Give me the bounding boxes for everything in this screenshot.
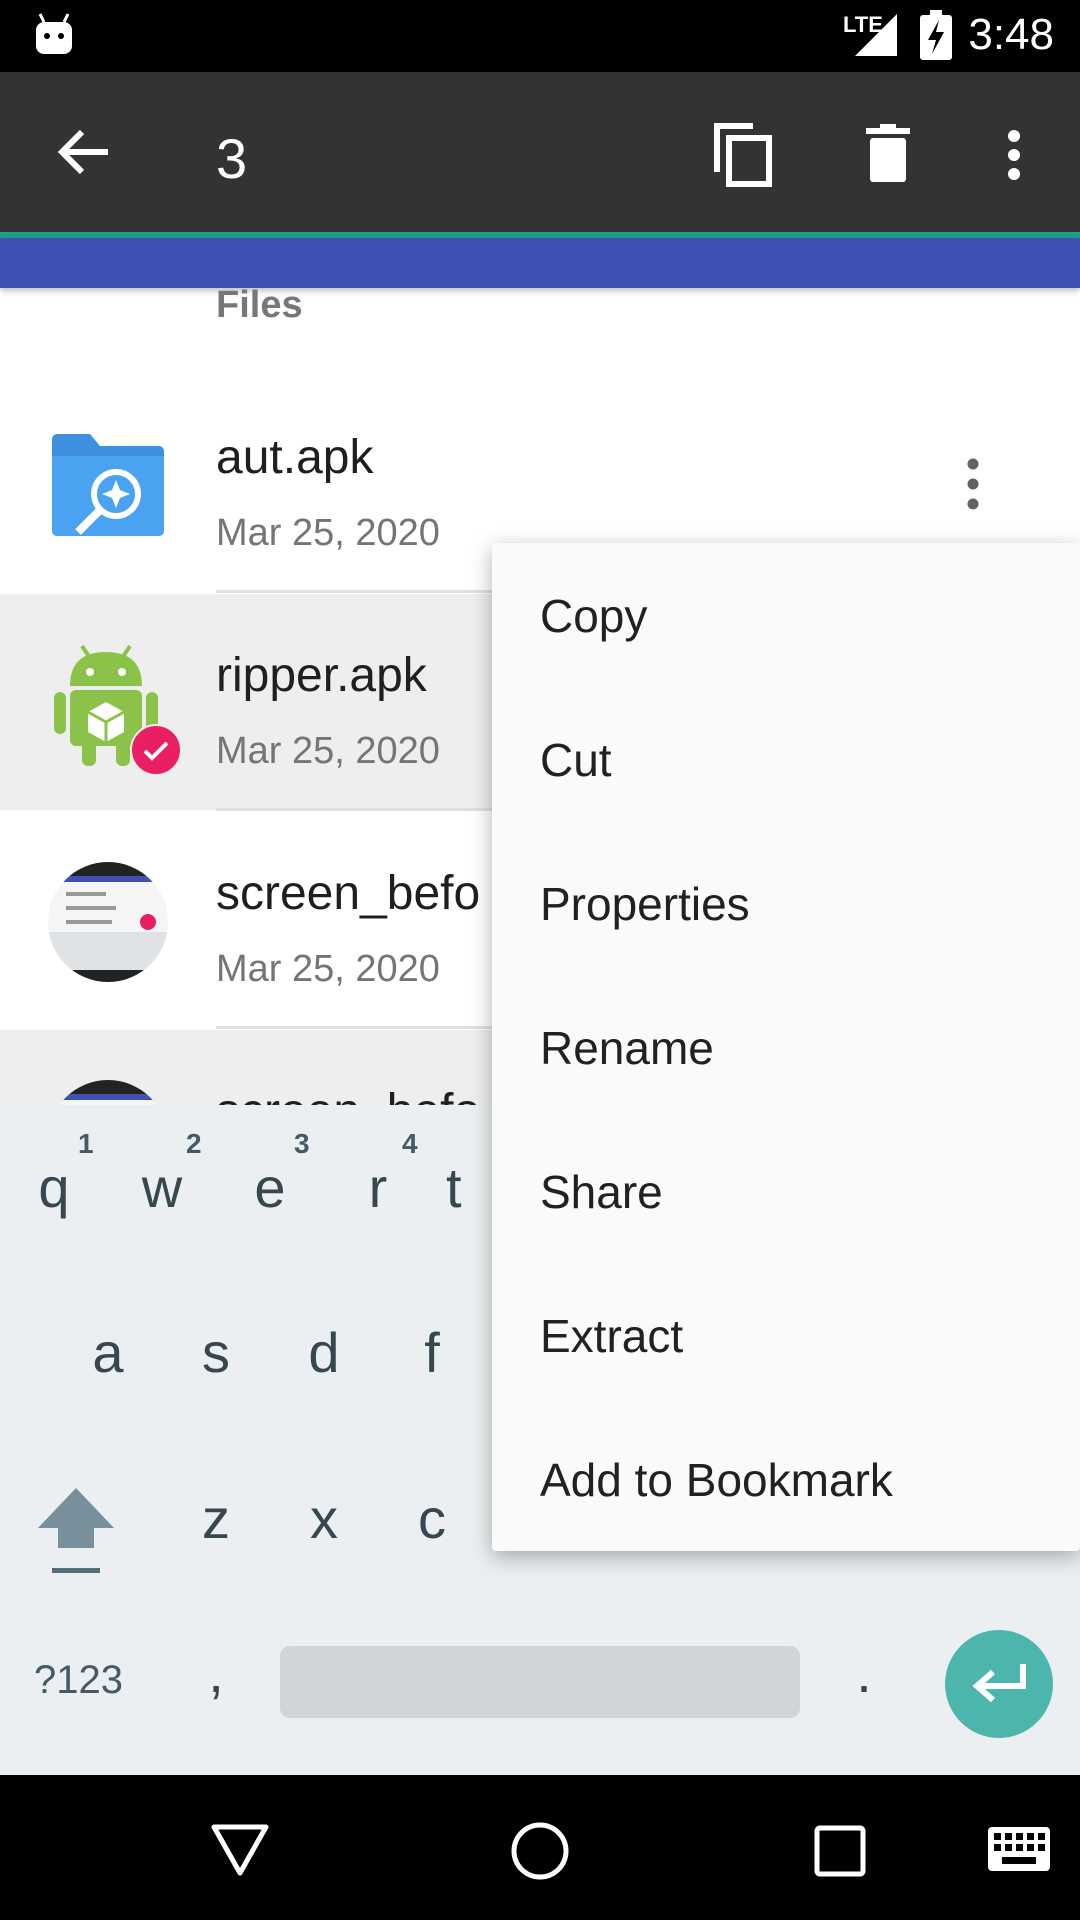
more-vert-icon[interactable] bbox=[1002, 130, 1026, 180]
menu-item-cut[interactable]: Cut bbox=[492, 687, 1080, 831]
key-e[interactable]: e bbox=[230, 1155, 310, 1220]
toolbar-band bbox=[0, 238, 1080, 288]
menu-item-label: Copy bbox=[540, 590, 648, 642]
period-key[interactable]: . bbox=[824, 1640, 904, 1705]
delete-icon[interactable] bbox=[866, 124, 910, 182]
keyboard-switch-icon[interactable] bbox=[988, 1827, 1050, 1871]
battery-charging-icon bbox=[920, 10, 952, 60]
file-name: aut.apk bbox=[216, 431, 374, 484]
back-nav-icon[interactable] bbox=[210, 1823, 270, 1877]
file-name: screen_befo bbox=[216, 1084, 480, 1105]
thumbnail-icon bbox=[48, 862, 168, 982]
context-menu: Copy Cut Properties Rename Share Extract… bbox=[492, 543, 1080, 1551]
menu-item-extract[interactable]: Extract bbox=[492, 1263, 1080, 1407]
action-bar: 3 bbox=[0, 72, 1080, 232]
section-header: Files bbox=[216, 284, 303, 326]
file-date: Mar 25, 2020 bbox=[216, 948, 440, 990]
menu-item-label: Add to Bookmark bbox=[540, 1454, 893, 1506]
menu-item-copy[interactable]: Copy bbox=[492, 543, 1080, 687]
file-date: Mar 25, 2020 bbox=[216, 512, 440, 554]
key-d[interactable]: d bbox=[284, 1320, 364, 1385]
menu-item-share[interactable]: Share bbox=[492, 1119, 1080, 1263]
symbols-key[interactable]: ?123 bbox=[34, 1658, 123, 1703]
copy-icon[interactable] bbox=[713, 122, 773, 188]
navigation-bar bbox=[0, 1775, 1080, 1920]
file-date: Mar 25, 2020 bbox=[216, 730, 440, 772]
key-z[interactable]: z bbox=[176, 1486, 256, 1551]
key-t[interactable]: t bbox=[446, 1155, 492, 1220]
android-robot-icon bbox=[36, 13, 72, 54]
menu-item-label: Rename bbox=[540, 1022, 714, 1074]
menu-item-label: Share bbox=[540, 1166, 663, 1218]
space-key[interactable] bbox=[280, 1646, 800, 1718]
menu-item-add-to-bookmark[interactable]: Add to Bookmark bbox=[492, 1407, 1080, 1551]
key-w[interactable]: w bbox=[122, 1155, 202, 1220]
key-c[interactable]: c bbox=[392, 1486, 472, 1551]
key-s[interactable]: s bbox=[176, 1320, 256, 1385]
clock: 3:48 bbox=[968, 10, 1054, 59]
selection-count: 3 bbox=[216, 127, 248, 190]
home-nav-icon[interactable] bbox=[510, 1821, 570, 1881]
shift-icon[interactable] bbox=[38, 1488, 114, 1578]
menu-item-label: Properties bbox=[540, 878, 750, 930]
back-arrow-icon[interactable] bbox=[58, 128, 110, 176]
key-r[interactable]: r bbox=[338, 1155, 418, 1220]
menu-item-rename[interactable]: Rename bbox=[492, 975, 1080, 1119]
check-badge-icon bbox=[130, 724, 182, 776]
enter-icon bbox=[972, 1664, 1026, 1703]
key-a[interactable]: a bbox=[68, 1320, 148, 1385]
folder-search-icon bbox=[52, 434, 164, 536]
more-vert-icon[interactable] bbox=[961, 458, 985, 510]
menu-item-label: Extract bbox=[540, 1310, 684, 1362]
key-f[interactable]: f bbox=[392, 1320, 472, 1385]
comma-key[interactable]: , bbox=[176, 1640, 256, 1705]
key-q[interactable]: q bbox=[14, 1155, 94, 1220]
file-name: screen_befo bbox=[216, 867, 481, 920]
signal-icon bbox=[855, 14, 897, 56]
file-name: ripper.apk bbox=[216, 649, 427, 702]
status-bar: LTE 3:48 bbox=[0, 0, 1080, 72]
menu-item-properties[interactable]: Properties bbox=[492, 831, 1080, 975]
thumbnail-icon bbox=[48, 1080, 168, 1105]
menu-item-label: Cut bbox=[540, 734, 612, 786]
recents-nav-icon[interactable] bbox=[814, 1825, 866, 1877]
key-x[interactable]: x bbox=[284, 1486, 364, 1551]
enter-key[interactable] bbox=[945, 1630, 1053, 1738]
